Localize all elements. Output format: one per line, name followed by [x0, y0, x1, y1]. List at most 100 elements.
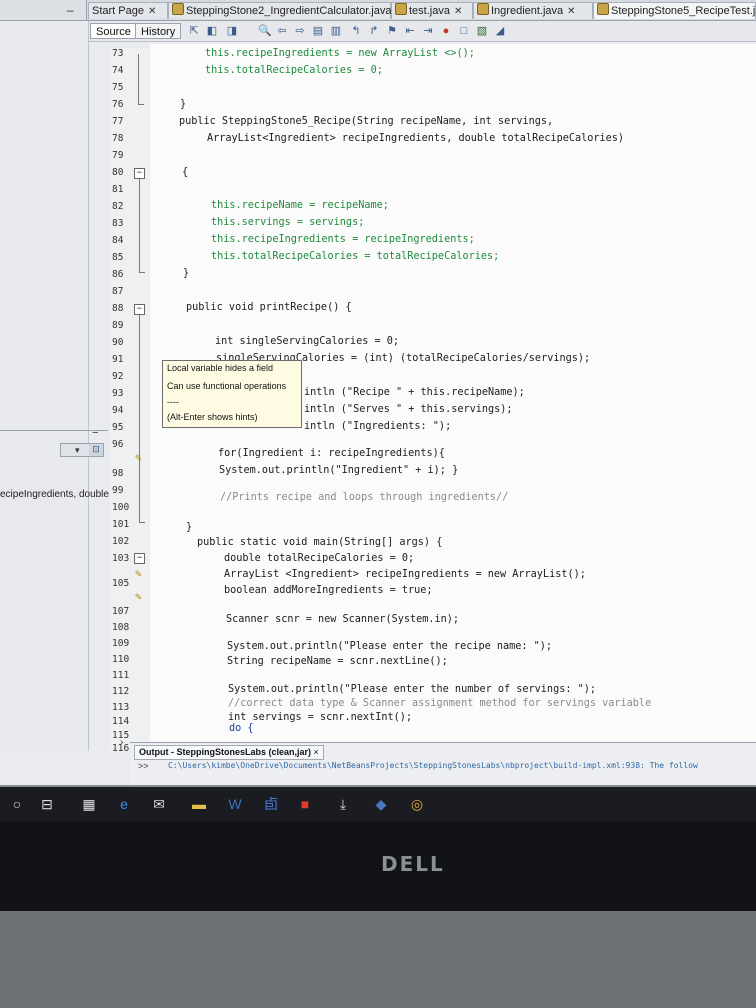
code-line-102[interactable]: }	[186, 522, 192, 533]
code-line-115[interactable]: int servings = scnr.nextInt();	[228, 712, 412, 723]
line-number: 95	[112, 422, 124, 433]
chrome-icon[interactable]: ◎	[408, 795, 426, 813]
code-line-84[interactable]: this.recipeIngredients = recipeIngredien…	[211, 234, 475, 245]
netbeans-icon[interactable]: ◆	[372, 795, 390, 813]
code-line-114[interactable]: //correct data type & Scanner assignment…	[228, 698, 651, 709]
code-line-83[interactable]: this.servings = servings;	[211, 217, 364, 228]
line-number: 96	[112, 439, 124, 450]
previous-bookmark-icon[interactable]: ↰	[350, 25, 362, 37]
code-line-78[interactable]: ArrayList<Ingredient> recipeIngredients,…	[207, 133, 624, 144]
find-previous-icon[interactable]: ⇦	[276, 25, 288, 37]
code-line-86[interactable]: }	[183, 268, 189, 279]
store-icon[interactable]: ▦	[80, 795, 98, 813]
code-line-113[interactable]: System.out.println("Please enter the num…	[228, 684, 596, 695]
code-line-103[interactable]: public static void main(String[] args) {	[197, 537, 442, 548]
fold-guide	[139, 315, 140, 522]
code-line-82[interactable]: this.recipeName = recipeName;	[211, 200, 389, 211]
code-line-98[interactable]: System.out.println("Ingredient" + i); }	[219, 465, 458, 476]
edge-icon[interactable]: e	[115, 795, 133, 813]
output-link[interactable]: C:\Users\kimbe\OneDrive\Documents\NetBea…	[168, 761, 698, 770]
tooltip-line: (Alt-Enter shows hints)	[167, 412, 258, 422]
line-number: 114	[112, 716, 130, 727]
find-icon[interactable]: 🔍	[258, 25, 272, 37]
line-number: 115	[112, 730, 130, 741]
toggle-bookmark-icon[interactable]: ⚑	[386, 25, 398, 37]
uncomment-icon[interactable]: ◢	[494, 25, 506, 37]
word-icon[interactable]: W	[226, 795, 244, 813]
expand-panel-icon[interactable]: ›	[120, 737, 123, 748]
code-line-85[interactable]: this.totalRecipeCalories = totalRecipeCa…	[211, 251, 499, 262]
line-number: 99	[112, 485, 124, 496]
next-bookmark-icon[interactable]: ↱	[368, 25, 380, 37]
fold-toggle-icon[interactable]: −	[134, 168, 145, 179]
line-number: 103	[112, 553, 130, 564]
code-line-95[interactable]: intln ("Ingredients: ");	[304, 421, 451, 432]
panel-minimize-icon[interactable]: −	[92, 428, 104, 439]
mail-icon[interactable]: ✉	[150, 795, 168, 813]
task-view-icon[interactable]: ⊟	[38, 795, 56, 813]
close-icon[interactable]: ✕	[148, 6, 156, 17]
macro-record-icon[interactable]: ●	[440, 25, 452, 37]
line-number: 75	[112, 82, 124, 93]
line-number: 89	[112, 320, 124, 331]
tab-start-page[interactable]: Start Page ✕	[88, 2, 168, 19]
code-line-100[interactable]: //Prints recipe and loops through ingred…	[220, 492, 508, 503]
search-icon[interactable]: ○	[8, 795, 26, 813]
fold-toggle-icon[interactable]: −	[134, 553, 145, 564]
download-icon[interactable]: ⤓	[334, 795, 352, 813]
code-line-118[interactable]: do {	[229, 723, 254, 734]
tab-test-java[interactable]: test.java ✕	[391, 2, 473, 19]
app-icon[interactable]: ■	[296, 795, 314, 813]
macro-stop-icon[interactable]: □	[458, 25, 470, 37]
code-line-74[interactable]: this.totalRecipeCalories = 0;	[205, 65, 383, 76]
close-icon[interactable]: ✕	[454, 6, 462, 17]
calendar-icon[interactable]: 卣	[262, 795, 280, 813]
code-line-106[interactable]: boolean addMoreIngredients = true;	[224, 585, 433, 596]
tab-recipe-test[interactable]: SteppingStone5_RecipeTest.java	[593, 2, 756, 19]
last-edit-icon[interactable]: ⇱	[188, 25, 200, 37]
forward-icon[interactable]: ◨	[226, 25, 238, 37]
back-icon[interactable]: ◧	[206, 25, 218, 37]
code-line-104[interactable]: double totalRecipeCalories = 0;	[224, 553, 414, 564]
tab-ingredient-calculator[interactable]: SteppingStone2_IngredientCalculator.java…	[168, 2, 404, 19]
comment-icon[interactable]: ▧	[476, 25, 488, 37]
close-icon[interactable]: ✕	[567, 6, 575, 17]
code-line-108[interactable]: Scanner scnr = new Scanner(System.in);	[226, 614, 459, 625]
code-line-97[interactable]: for(Ingredient i: recipeIngredients){	[218, 448, 445, 459]
code-line-110[interactable]: System.out.println("Please enter the rec…	[227, 641, 552, 652]
output-rerun-icon[interactable]: >>	[138, 761, 149, 771]
code-line-93[interactable]: intln ("Recipe " + this.recipeName);	[304, 387, 525, 398]
file-explorer-icon[interactable]: ▬	[190, 795, 208, 813]
code-line-94[interactable]: intln ("Serves " + this.servings);	[304, 404, 513, 415]
line-number: 92	[112, 371, 124, 382]
history-tab[interactable]: History	[135, 23, 182, 39]
toggle-highlight-icon[interactable]: ▤	[312, 25, 324, 37]
find-next-icon[interactable]: ⇨	[294, 25, 306, 37]
filter-icon[interactable]: ⊡	[89, 444, 103, 456]
line-number: 84	[112, 235, 124, 246]
tab-ingredient-java[interactable]: Ingredient.java ✕	[473, 2, 593, 19]
hint-bulb-icon[interactable]: ✎	[134, 592, 143, 602]
shift-right-icon[interactable]: ⇥	[422, 25, 434, 37]
code-line-105[interactable]: ArrayList <Ingredient> recipeIngredients…	[224, 569, 586, 580]
line-number-gutter: 73 74 75 76 77 78 79 80 81 82 83 84 85 8…	[110, 48, 150, 754]
minimize-icon: –	[67, 3, 74, 17]
code-line-88[interactable]: public void printRecipe() {	[186, 302, 352, 313]
output-tab[interactable]: Output - SteppingStonesLabs (clean,jar) …	[134, 745, 324, 760]
source-tab[interactable]: Source	[90, 23, 137, 39]
code-line-77[interactable]: public SteppingStone5_Recipe(String reci…	[179, 116, 553, 127]
code-line-111[interactable]: String recipeName = scnr.nextLine();	[227, 656, 448, 667]
editor-tab-bar: – Start Page ✕ SteppingStone2_IngredientC…	[0, 0, 756, 21]
hint-bulb-icon[interactable]: ✎	[134, 569, 143, 579]
navigator-filter-combo[interactable]: ▾ ⊡	[60, 443, 104, 457]
code-line-76[interactable]: }	[180, 99, 186, 110]
hint-bulb-icon[interactable]: ✎	[134, 453, 143, 463]
code-line-73[interactable]: this.recipeIngredients = new ArrayList <…	[205, 48, 475, 59]
close-icon[interactable]: ×	[314, 747, 319, 757]
window-menu-button[interactable]: –	[0, 0, 87, 20]
code-line-90[interactable]: int singleServingCalories = 0;	[215, 336, 399, 347]
code-line-80[interactable]: {	[182, 167, 188, 178]
toggle-selection-icon[interactable]: ▥	[330, 25, 342, 37]
shift-left-icon[interactable]: ⇤	[404, 25, 416, 37]
fold-toggle-icon[interactable]: −	[134, 304, 145, 315]
